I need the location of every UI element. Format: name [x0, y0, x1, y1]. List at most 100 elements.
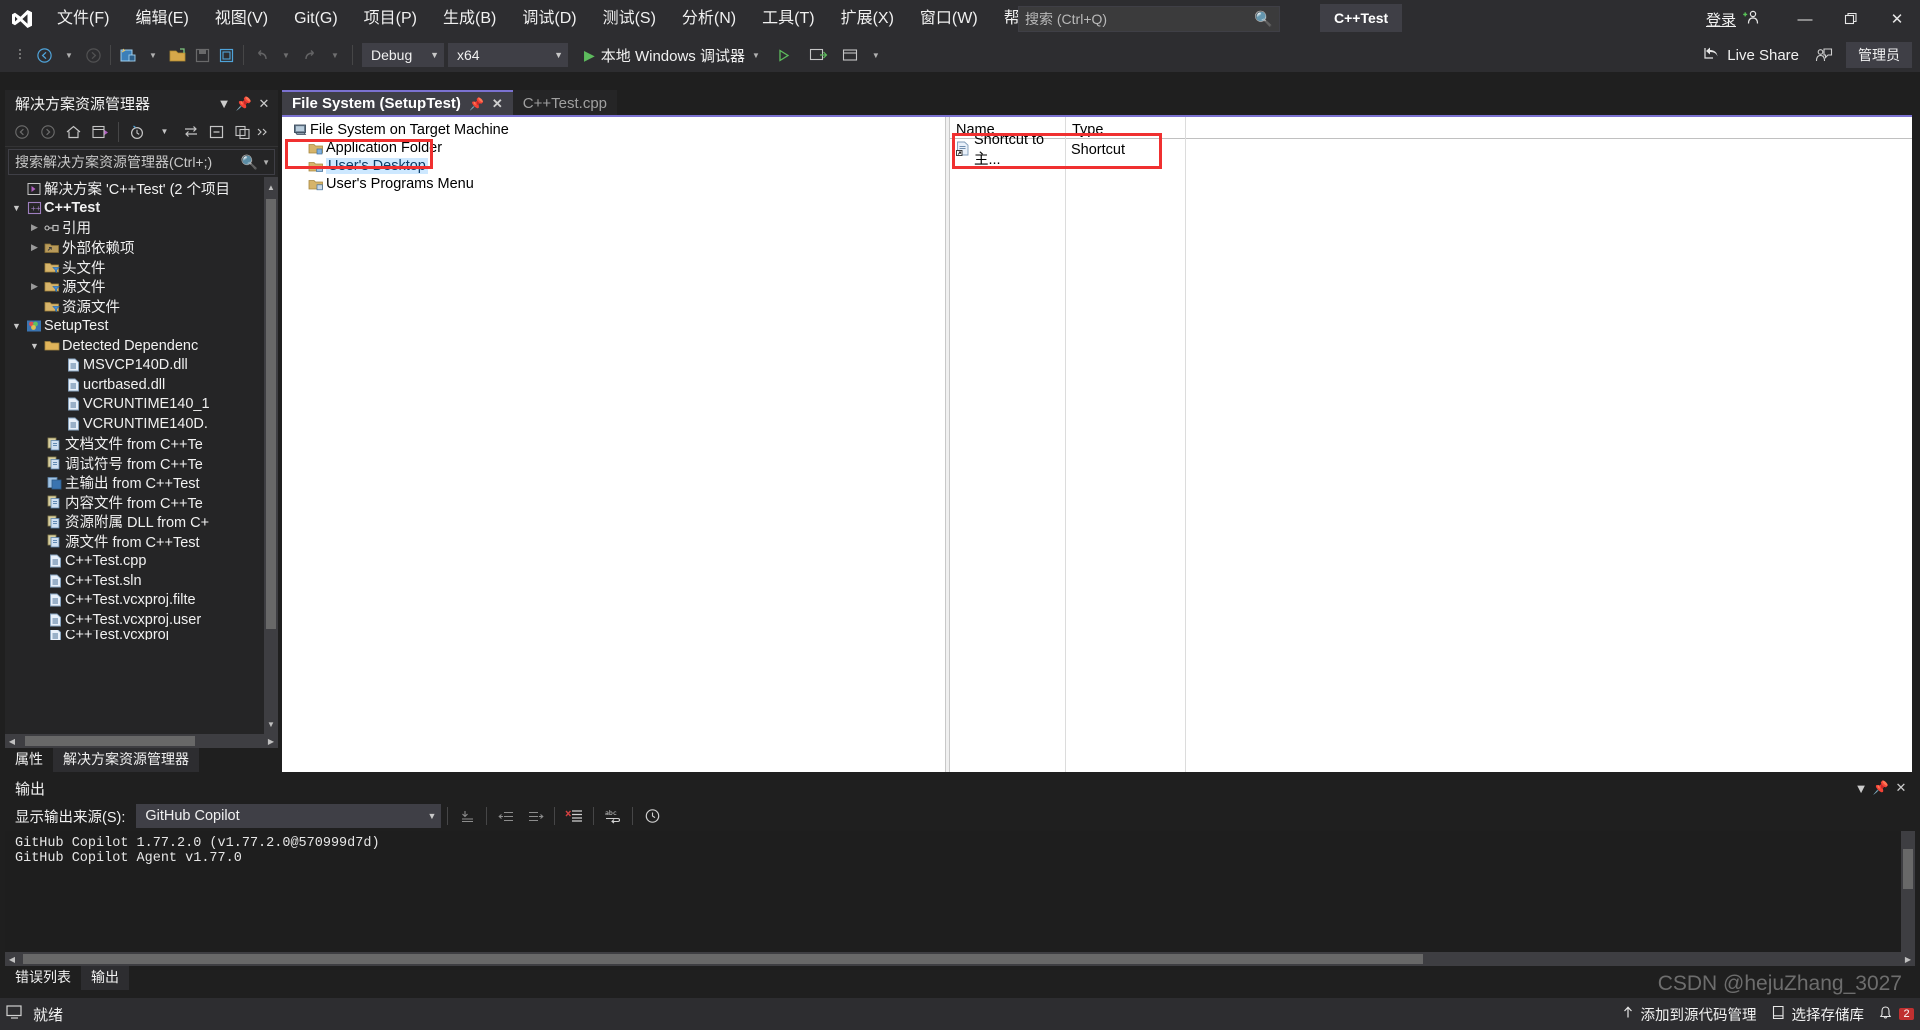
add-to-source-control-button[interactable]: 添加到源代码管理: [1621, 1004, 1757, 1025]
tree-row-file[interactable]: ucrtbased.dll: [5, 375, 278, 395]
menu-tools[interactable]: 工具(T): [749, 0, 827, 38]
menu-extensions[interactable]: 扩展(X): [828, 0, 907, 38]
tree-row-detected-dependencies[interactable]: ▼ Detected Dependenc: [5, 336, 278, 356]
tree-row-header-files[interactable]: 头文件: [5, 257, 278, 277]
fs-row-users-programs-menu[interactable]: User's Programs Menu: [286, 175, 944, 193]
tree-row-output-group[interactable]: 调试符号 from C++Te: [5, 453, 278, 473]
fs-row-users-desktop[interactable]: User's Desktop: [286, 157, 944, 175]
forward-icon[interactable]: [35, 120, 60, 144]
new-project-icon[interactable]: [116, 42, 140, 68]
tree-row-file[interactable]: C++Test.vcxproj.user: [5, 610, 278, 630]
tab-file-system-editor[interactable]: File System (SetupTest) 📌 ✕: [282, 90, 513, 115]
solution-tree-horizontal-scrollbar[interactable]: ◀ ▶: [5, 734, 278, 748]
expander-closed-icon[interactable]: ▶: [27, 242, 42, 253]
live-share-button[interactable]: Live Share: [1694, 42, 1807, 68]
tree-row-output-group[interactable]: 资源附属 DLL from C+: [5, 512, 278, 532]
clear-all-icon[interactable]: [561, 804, 587, 828]
go-to-message-icon[interactable]: [454, 804, 480, 828]
menu-test[interactable]: 测试(S): [590, 0, 669, 38]
save-icon[interactable]: [190, 42, 214, 68]
play-outline-icon[interactable]: [772, 42, 796, 68]
back-history-dropdown-icon[interactable]: ▼: [57, 42, 81, 68]
feedback-icon[interactable]: [1811, 42, 1836, 68]
menu-debug[interactable]: 调试(D): [509, 0, 589, 38]
new-project-dropdown-icon[interactable]: ▼: [141, 42, 165, 68]
file-system-tree-pane[interactable]: File System on Target Machine Applicatio…: [282, 117, 945, 772]
scroll-left-icon[interactable]: ◀: [5, 952, 19, 966]
home-icon[interactable]: [61, 120, 86, 144]
scroll-left-icon[interactable]: ◀: [5, 734, 19, 748]
tree-row-file[interactable]: C++Test.sln: [5, 571, 278, 591]
previous-message-icon[interactable]: [493, 804, 519, 828]
sync-icon[interactable]: [178, 120, 203, 144]
chevron-down-icon[interactable]: ▼: [214, 96, 234, 111]
fs-row-target-machine[interactable]: File System on Target Machine: [286, 121, 944, 139]
toolbar-overflow-grip[interactable]: [8, 42, 32, 68]
tab-properties[interactable]: 属性: [5, 747, 53, 772]
tree-row-file[interactable]: C++Test.vcxproj.filte: [5, 590, 278, 610]
history-icon[interactable]: [639, 804, 665, 828]
collapse-all-icon[interactable]: [204, 120, 229, 144]
undo-icon[interactable]: [249, 42, 273, 68]
menu-project[interactable]: 项目(P): [351, 0, 430, 38]
expander-open-icon[interactable]: ▼: [9, 203, 24, 213]
quick-search-input[interactable]: 搜索 (Ctrl+Q) 🔍: [1018, 6, 1280, 32]
close-icon[interactable]: ✕: [254, 96, 274, 112]
navigate-back-icon[interactable]: [32, 42, 56, 68]
scroll-right-icon[interactable]: ▶: [264, 734, 278, 748]
tree-row-primary-output[interactable]: 主输出 from C++Test: [5, 473, 278, 493]
start-debugging-button[interactable]: ▶ 本地 Windows 调试器 ▼: [578, 42, 766, 68]
scrollbar-thumb[interactable]: [1903, 849, 1913, 889]
pending-changes-icon[interactable]: [125, 120, 150, 144]
platform-combo[interactable]: x64 ▼: [448, 43, 568, 67]
output-horizontal-scrollbar[interactable]: ◀ ▶: [5, 952, 1915, 966]
close-icon[interactable]: ✕: [492, 96, 503, 112]
tab-solution-explorer[interactable]: 解决方案资源管理器: [53, 747, 199, 772]
configuration-combo[interactable]: Debug ▼: [362, 43, 444, 67]
window-layout-icon[interactable]: [839, 42, 863, 68]
item-row-shortcut[interactable]: Shortcut to 主... Shortcut: [950, 132, 1912, 168]
tab-cpp-test-cpp[interactable]: C++Test.cpp: [512, 90, 618, 115]
tree-row-setup-project[interactable]: ▼ SetupTest: [5, 316, 278, 336]
back-icon[interactable]: [9, 120, 34, 144]
fs-row-application-folder[interactable]: Application Folder: [286, 139, 944, 157]
expander-open-icon[interactable]: ▼: [9, 321, 24, 331]
tree-row-cpp-project[interactable]: ▼ ++ C++Test: [5, 199, 278, 219]
file-system-items-pane[interactable]: Name Type Shortcut to 主... Shortcut: [950, 117, 1912, 772]
word-wrap-icon[interactable]: abc: [600, 804, 626, 828]
menu-window[interactable]: 窗口(W): [907, 0, 991, 38]
solution-tree[interactable]: 解决方案 'C++Test' (2 个项目 ▼ ++ C++Test ▶ 引用: [5, 177, 278, 734]
scroll-up-icon[interactable]: ▲: [264, 179, 278, 195]
output-source-combo[interactable]: GitHub Copilot ▼: [136, 804, 442, 828]
solution-name-chip[interactable]: C++Test: [1320, 4, 1403, 32]
menu-git[interactable]: Git(G): [281, 0, 351, 38]
attach-process-icon[interactable]: [806, 42, 831, 68]
properties-icon[interactable]: [230, 120, 255, 144]
scrollbar-thumb[interactable]: [266, 199, 276, 629]
expander-open-icon[interactable]: ▼: [27, 341, 42, 351]
redo-icon[interactable]: [298, 42, 322, 68]
window-layout-dropdown-icon[interactable]: ▼: [864, 42, 888, 68]
tree-row-source-files[interactable]: ▶ 源文件: [5, 277, 278, 297]
scroll-down-icon[interactable]: ▼: [264, 716, 278, 732]
scroll-right-icon[interactable]: ▶: [1901, 952, 1915, 966]
tree-row-output-group[interactable]: 源文件 from C++Test: [5, 532, 278, 552]
solution-view-icon[interactable]: [87, 120, 112, 144]
tree-row-output-group[interactable]: 内容文件 from C++Te: [5, 493, 278, 513]
tab-output[interactable]: 输出: [81, 965, 129, 990]
overflow-icon[interactable]: [256, 120, 270, 144]
close-icon[interactable]: ✕: [1891, 780, 1911, 796]
tree-row-output-group[interactable]: 文档文件 from C++Te: [5, 434, 278, 454]
scrollbar-thumb[interactable]: [25, 736, 195, 746]
tree-row-file[interactable]: VCRUNTIME140_1: [5, 395, 278, 415]
chevron-down-icon[interactable]: ▼: [152, 120, 177, 144]
menu-file[interactable]: 文件(F): [44, 0, 122, 38]
sign-in-button[interactable]: 登录: [1706, 9, 1760, 30]
save-all-icon[interactable]: [214, 42, 238, 68]
tree-row-file[interactable]: C++Test.vcxproj: [5, 629, 278, 640]
tree-row-solution[interactable]: 解决方案 'C++Test' (2 个项目: [5, 179, 278, 199]
scrollbar-thumb[interactable]: [23, 954, 1423, 964]
chevron-down-icon[interactable]: ▼: [262, 158, 270, 167]
tree-row-file[interactable]: C++Test.cpp: [5, 551, 278, 571]
solution-tree-vertical-scrollbar[interactable]: ▲ ▼: [264, 177, 278, 734]
